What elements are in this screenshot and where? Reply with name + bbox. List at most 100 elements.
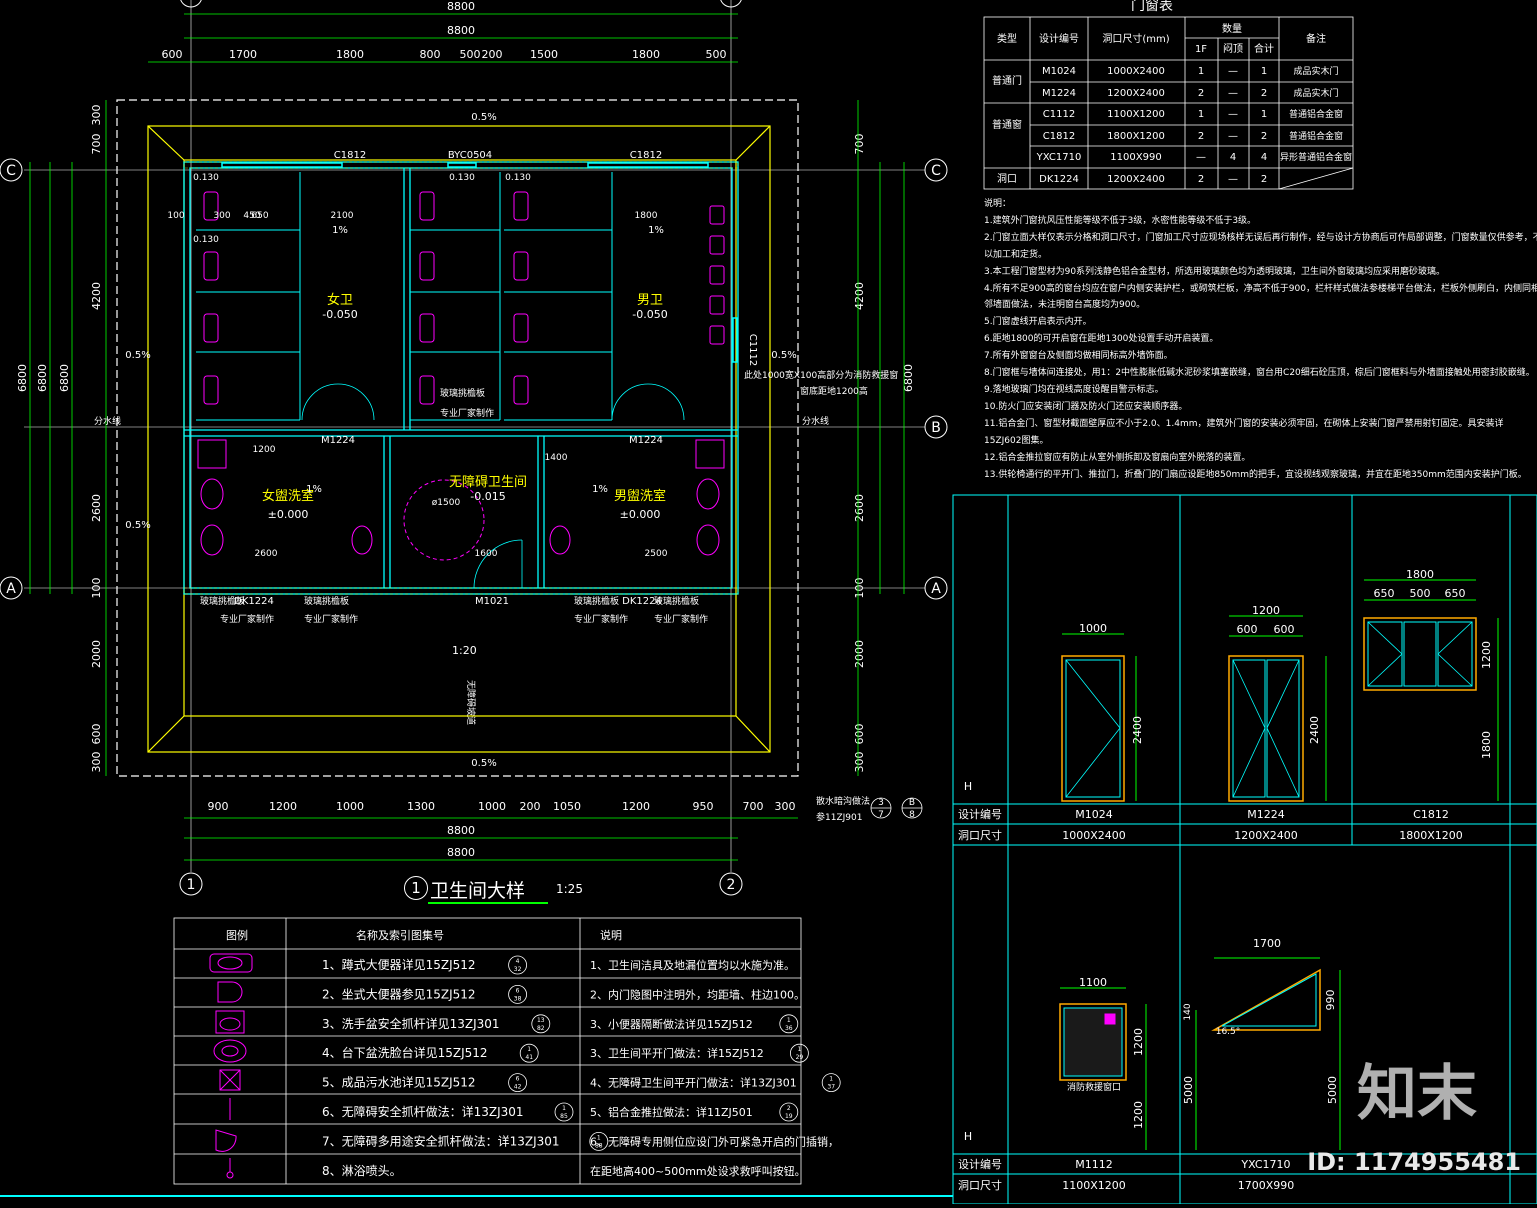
ramp-slope: 1:20 bbox=[452, 644, 477, 657]
tag-door-m1224-right: M1224 bbox=[629, 435, 663, 446]
legend-note-6: 6、无障碍专用侧位应设门外可紧急开启的门插销， bbox=[590, 1134, 839, 1148]
dw-row-note-4: 异形普通铝合金窗 bbox=[1280, 151, 1352, 163]
elev-width-0: 1000 bbox=[1079, 622, 1107, 635]
legend-name-3: 4、台下盆洗脸台详见15ZJ512 bbox=[322, 1045, 488, 1060]
legend-ref-top-3: 1 bbox=[527, 1046, 531, 1053]
dim-detail-11: 1400 bbox=[545, 453, 568, 463]
sanitary-fixtures bbox=[197, 191, 725, 561]
dim-top-seg-2: 1800 bbox=[336, 48, 364, 61]
dw-row-size-5: 1200X2400 bbox=[1107, 174, 1165, 185]
tag-window-byc0504: BYC0504 bbox=[448, 150, 492, 161]
maker-note-2: 专业厂家制作 bbox=[304, 613, 358, 625]
elev-code-1: M1224 bbox=[1247, 808, 1285, 821]
dw-row-code-3: C1812 bbox=[1043, 131, 1075, 142]
legend-name-1: 2、坐式大便器参见15ZJ512 bbox=[322, 986, 476, 1001]
basin-left-0 bbox=[200, 478, 224, 510]
dim-bottom-seg-5: 200 bbox=[520, 800, 541, 813]
squat-toilet-male-1 bbox=[513, 251, 529, 281]
elev-code-2: C1812 bbox=[1413, 808, 1449, 821]
ramp-note: 无障碍坡道 bbox=[465, 680, 477, 725]
dw-row-code-2: C1112 bbox=[1043, 109, 1075, 120]
note-line-9: 7.所有外窗窗台及侧面均做相同标高外墙饰面。 bbox=[984, 351, 1173, 362]
note-line-11: 9.落地玻璃门均在视线高度设醒目警示标志。 bbox=[984, 384, 1164, 395]
room-female-wc: 女卫 bbox=[327, 292, 353, 308]
elev-sill-c1812: 1800 bbox=[1480, 731, 1493, 759]
dw-header-4: 备注 bbox=[1306, 32, 1326, 45]
dim-left-seg-3: 2600 bbox=[90, 494, 103, 522]
dw-row-size-3: 1800X1200 bbox=[1107, 131, 1165, 142]
elev-code-0: M1024 bbox=[1075, 808, 1113, 821]
note-line-8: 6.距地1800的可开启窗在距地1300处设置手动开启装置。 bbox=[984, 334, 1219, 345]
room-male-wc: 男卫 bbox=[637, 293, 663, 308]
elev-row-label-size-2: 洞口尺寸 bbox=[958, 1178, 1002, 1192]
room-female-wc-level: -0.050 bbox=[322, 308, 357, 321]
dim-left-seg-5: 2000 bbox=[90, 640, 103, 668]
dw-row-total-0: 1 bbox=[1261, 66, 1267, 77]
squat-toilet-mid-3 bbox=[419, 375, 435, 405]
tag-window-c1812-left: C1812 bbox=[334, 150, 366, 161]
divide-line-right: 分水线 bbox=[802, 415, 829, 427]
dim-bottom-seg-4: 1000 bbox=[478, 800, 506, 813]
dim-overall-bottom: 8800 bbox=[447, 824, 475, 837]
general-notes: 说明： 1.建筑外门窗抗风压性能等级不低于3级，水密性能等级不低于3级。 2.门窗立… bbox=[984, 196, 1537, 483]
dim-top-seg-8: 500 bbox=[706, 48, 727, 61]
legend-name-7: 8、淋浴喷头。 bbox=[322, 1164, 402, 1178]
dw-row-1f-2: 1 bbox=[1198, 109, 1204, 120]
dim-bottom-seg-2: 1000 bbox=[336, 800, 364, 813]
legend-ref-bottom-4: 42 bbox=[514, 1084, 522, 1091]
glass-note-5: 玻璃挑檐板 bbox=[440, 387, 485, 399]
legend-symbols bbox=[209, 953, 253, 1179]
drain-detail-text: 3 7 B 8 bbox=[878, 798, 915, 820]
dim-left-seg-4: 100 bbox=[90, 578, 103, 599]
legend-note-5: 5、铝合金推拉做法：详11ZJ501 bbox=[590, 1105, 753, 1119]
note-line-3: 以加工和定货。 bbox=[984, 249, 1048, 260]
legend-header-0: 图例 bbox=[226, 928, 248, 942]
dim-top-seg-1: 1700 bbox=[229, 48, 257, 61]
note-line-6: 邻墙面做法，未注明窗台高度均为900。 bbox=[984, 300, 1146, 311]
dim-detail-4: 300 bbox=[213, 211, 230, 221]
axis-label-2: 2 bbox=[727, 877, 736, 893]
note-line-10: 8.门窗框与墙体间连接处，用1：2中性膨胀低碱水泥砂浆填塞嵌缝，窗台用C20细石… bbox=[984, 368, 1535, 379]
urinal-0 bbox=[709, 205, 725, 225]
slope-left-lower: 0.5% bbox=[125, 520, 150, 531]
elev-note-m1112: 消防救援窗口 bbox=[1067, 1081, 1121, 1093]
elev-code-3: M1112 bbox=[1075, 1158, 1113, 1171]
dim-top-seg-6: 1500 bbox=[530, 48, 558, 61]
dim-left-seg-7: 300 bbox=[90, 752, 103, 773]
dw-row-size-4: 1100X990 bbox=[1110, 152, 1161, 163]
urinal-4 bbox=[709, 325, 725, 345]
legend-header-2: 说明 bbox=[600, 928, 622, 942]
elev-height-0: 2400 bbox=[1131, 716, 1144, 744]
dim-left-seg-2: 4200 bbox=[90, 282, 103, 310]
legend-note-7: 在距地高400~500mm处设求救呼叫按钮。 bbox=[590, 1164, 806, 1178]
glass-note-4: 玻璃挑檐板 bbox=[654, 595, 699, 607]
plan-title-number: 1 bbox=[404, 876, 428, 900]
dw-row-note-0: 成品实木门 bbox=[1293, 65, 1338, 77]
dim-left-seg-0: 300 bbox=[90, 105, 103, 126]
maker-note-5: 专业厂家制作 bbox=[440, 407, 494, 419]
cad-drawing-canvas: 1 2 C C B A A 8800 8800 600 1700 1800 80… bbox=[0, 0, 1537, 1205]
legend-note-3: 3、卫生间平开门做法：详15ZJ512 bbox=[590, 1046, 764, 1060]
elevation-c1812 bbox=[1363, 579, 1499, 801]
dim-detail-14: 2500 bbox=[645, 549, 668, 559]
axis-label-c-right: C bbox=[931, 163, 941, 179]
drain-note: 散水暗沟做法 bbox=[816, 795, 870, 807]
elevation-m1024 bbox=[1061, 633, 1137, 802]
window-door-tags: C1812 BYC0504 C1812 C1112 M1224 M1224 M1… bbox=[234, 150, 758, 607]
elev-height-2: 1200 bbox=[1480, 641, 1493, 669]
slope-male-wc: 1% bbox=[648, 225, 664, 236]
dim-detail-9: 100 bbox=[167, 211, 184, 221]
dw-row-1f-3: 2 bbox=[1198, 131, 1204, 142]
legend-ref-bottom-5: 85 bbox=[560, 1113, 568, 1120]
squat-toilet-male-3 bbox=[513, 375, 529, 405]
legend-note-ref-top-5: 2 bbox=[787, 1105, 791, 1112]
slope-female-wash: 1% bbox=[306, 484, 322, 495]
elev-size-0: 1000X2400 bbox=[1062, 829, 1126, 842]
sill-note: 窗底距地1200高 bbox=[800, 385, 868, 397]
legend-name-5: 6、无障碍安全抓杆做法：详13ZJ301 bbox=[322, 1104, 524, 1119]
dim-overall-top: 8800 bbox=[447, 0, 475, 13]
basin-right-0 bbox=[696, 478, 720, 510]
elev-sub-2-0: 650 bbox=[1374, 587, 1395, 600]
glass-note-3: 玻璃挑檐板 bbox=[574, 595, 619, 607]
brand-id: ID: 1174955481 bbox=[1307, 1148, 1521, 1176]
